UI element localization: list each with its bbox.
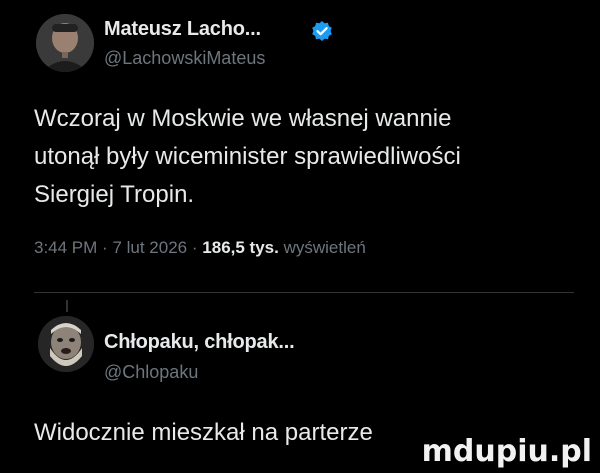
avatar-portrait-icon — [38, 316, 94, 372]
tweet-date[interactable]: 7 lut 2026 — [112, 238, 187, 257]
reply-text: Widocznie mieszkał na parterze — [34, 419, 373, 446]
views-label: wyświetleń — [283, 238, 366, 257]
author-avatar[interactable] — [36, 14, 94, 72]
author-handle[interactable]: @LachowskiMateus — [104, 48, 265, 69]
verified-badge-icon — [312, 21, 332, 41]
tweet-divider — [34, 292, 574, 293]
tweet-meta: 3:44 PM · 7 lut 2026 · 186,5 tys. wyświe… — [34, 238, 366, 258]
author-name[interactable]: Mateusz Lacho... — [104, 18, 261, 41]
site-watermark: mdupiu.pl — [421, 434, 592, 469]
tweet-text-line-3: Siergiej Tropin. — [34, 181, 195, 208]
reply-author-handle[interactable]: @Chlopaku — [104, 362, 198, 383]
reply-author-avatar[interactable] — [38, 316, 94, 372]
tweet-text-line-2: utonął były wiceminister sprawiedliwości — [34, 143, 461, 170]
tweet-time[interactable]: 3:44 PM — [34, 238, 97, 257]
avatar-portrait-icon — [36, 14, 94, 72]
reply-author-name[interactable]: Chłopaku, chłopak... — [104, 331, 295, 354]
tweet-text-line-1: Wczoraj w Moskwie we własnej wannie — [34, 105, 452, 132]
views-count[interactable]: 186,5 tys. — [202, 238, 279, 257]
meta-separator: · — [191, 238, 198, 257]
thread-line — [66, 300, 68, 312]
meta-separator: · — [102, 238, 108, 257]
